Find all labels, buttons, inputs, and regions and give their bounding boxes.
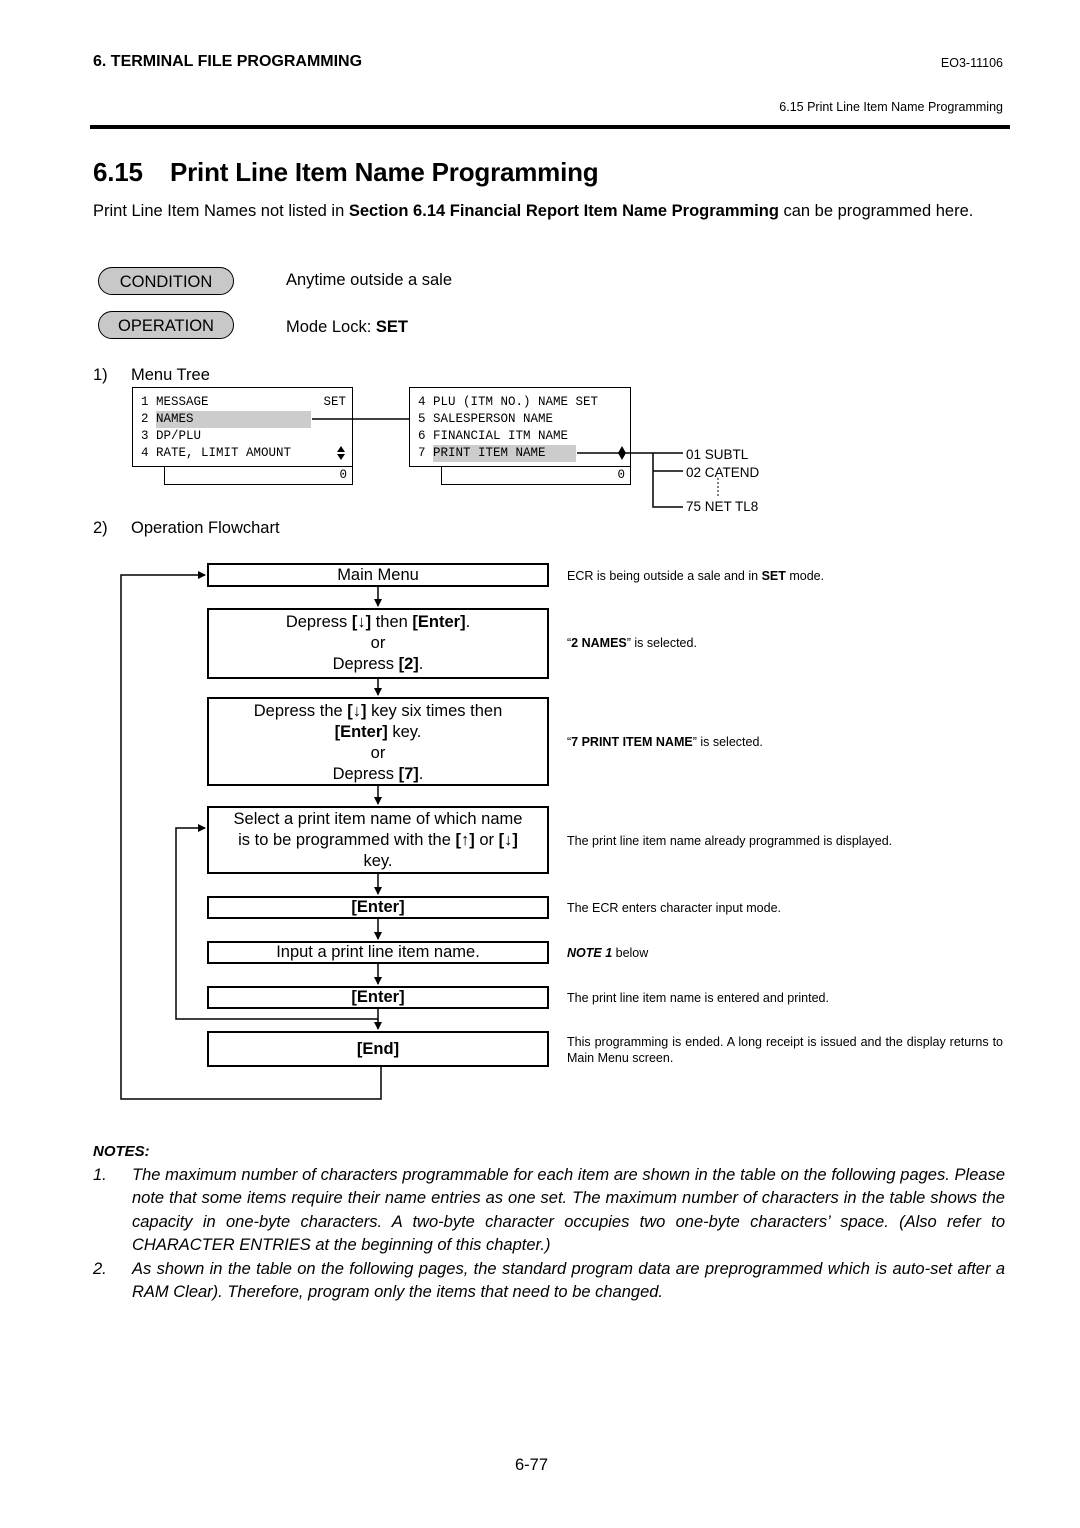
flow-loop-outer [120, 571, 382, 1100]
note-number: 2. [93, 1260, 107, 1278]
note-number: 1. [93, 1166, 107, 1184]
note-1-text: The maximum number of characters program… [132, 1166, 1005, 1254]
notes-title: NOTES: [93, 1143, 150, 1160]
diamond-scroll-icon [618, 446, 626, 460]
note-2-text: As shown in the table on the following p… [132, 1260, 1005, 1302]
tree-branch [652, 453, 683, 508]
page-number: 6-77 [515, 1456, 549, 1474]
flow-loop-inner [175, 824, 378, 1020]
